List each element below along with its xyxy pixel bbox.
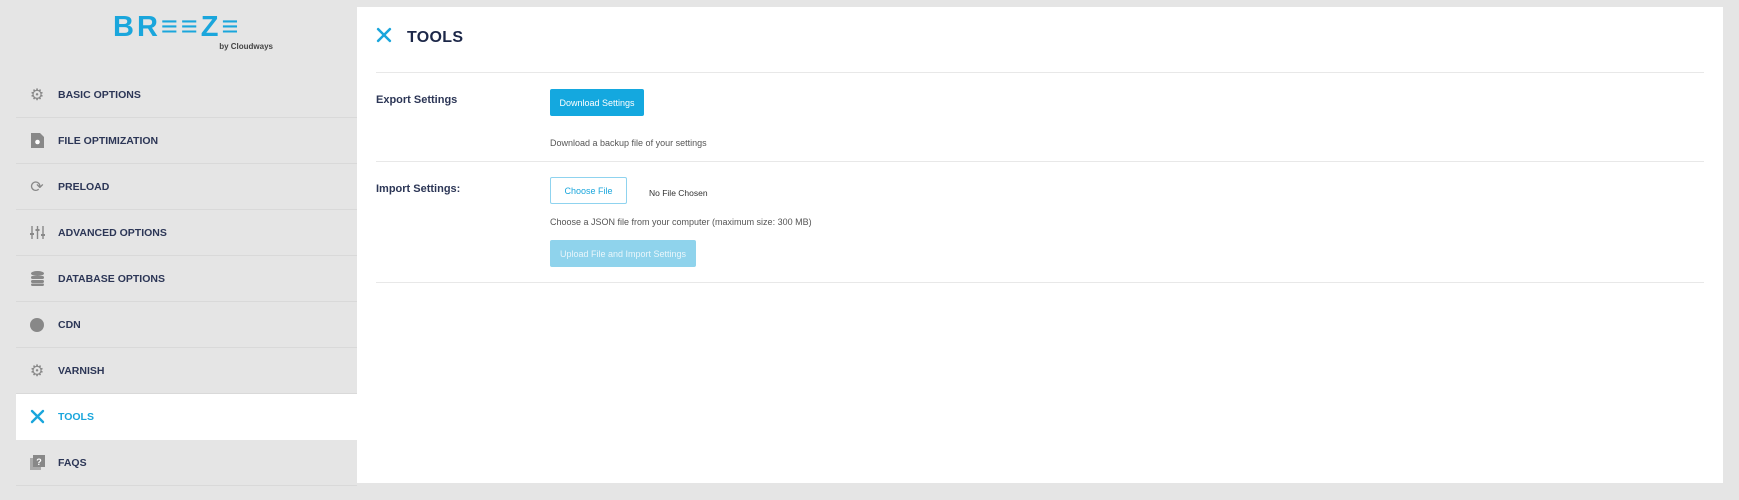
sidebar-item-database-options[interactable]: DATABASE OPTIONS <box>16 256 357 302</box>
svg-text:?: ? <box>36 457 42 467</box>
divider <box>376 282 1704 283</box>
logo-text: BR≡≡Z≡ <box>113 11 242 43</box>
divider <box>376 161 1704 162</box>
refresh-icon: ⟳ <box>30 178 44 196</box>
sidebar-item-label: VARNISH <box>58 364 105 377</box>
divider <box>376 72 1704 73</box>
gears-icon: ⚙ <box>29 86 45 104</box>
import-settings-label: Import Settings: <box>376 183 461 195</box>
sidebar-item-label: DATABASE OPTIONS <box>58 272 165 285</box>
breeze-logo: BR≡≡Z≡ by Cloudways <box>113 12 283 52</box>
sidebar-item-varnish[interactable]: ⚙ VARNISH <box>16 348 357 394</box>
export-help-text: Download a backup file of your settings <box>550 138 707 148</box>
download-settings-button[interactable]: Download Settings <box>550 89 644 116</box>
sidebar-item-tools[interactable]: TOOLS <box>16 394 357 440</box>
sidebar-item-label: FILE OPTIMIZATION <box>58 134 159 147</box>
sliders-icon <box>29 225 45 241</box>
sidebar-item-faqs[interactable]: ? FAQS <box>16 440 357 486</box>
file-status-text: No File Chosen <box>649 188 708 198</box>
sidebar-item-file-optimization[interactable]: FILE OPTIMIZATION <box>16 118 357 164</box>
sidebar-item-label: FAQS <box>58 456 87 469</box>
choose-file-button[interactable]: Choose File <box>550 177 627 204</box>
database-icon <box>29 271 45 287</box>
sidebar-item-label: CDN <box>58 318 81 331</box>
sidebar-menu: ⚙ BASIC OPTIONS FILE OPTIMIZATION ⟳ PRELOA… <box>16 72 357 486</box>
tools-icon <box>376 27 392 48</box>
tools-icon <box>29 409 45 425</box>
question-icon: ? <box>29 455 45 471</box>
logo-subtitle: by Cloudways <box>219 42 273 51</box>
export-settings-label: Export Settings <box>376 94 458 106</box>
page-title: TOOLS <box>407 28 464 46</box>
sidebar-item-label: TOOLS <box>58 410 94 423</box>
sidebar-item-label: ADVANCED OPTIONS <box>58 226 167 239</box>
sidebar: BR≡≡Z≡ by Cloudways ⚙ BASIC OPTIONS FILE … <box>16 0 357 500</box>
file-gear-icon <box>29 133 45 149</box>
sidebar-item-cdn[interactable]: CDN <box>16 302 357 348</box>
page-header: TOOLS <box>376 27 463 48</box>
sidebar-item-preload[interactable]: ⟳ PRELOAD <box>16 164 357 210</box>
sidebar-item-advanced-options[interactable]: ADVANCED OPTIONS <box>16 210 357 256</box>
sidebar-item-basic-options[interactable]: ⚙ BASIC OPTIONS <box>16 72 357 118</box>
sidebar-item-label: PRELOAD <box>58 180 110 193</box>
sidebar-item-label: BASIC OPTIONS <box>58 88 141 101</box>
import-help-text: Choose a JSON file from your computer (m… <box>550 217 812 227</box>
globe-icon <box>29 317 45 333</box>
gears-icon: ⚙ <box>29 362 45 380</box>
upload-import-button[interactable]: Upload File and Import Settings <box>550 240 696 267</box>
main-panel: TOOLS Export Settings Download Settings … <box>357 7 1723 483</box>
